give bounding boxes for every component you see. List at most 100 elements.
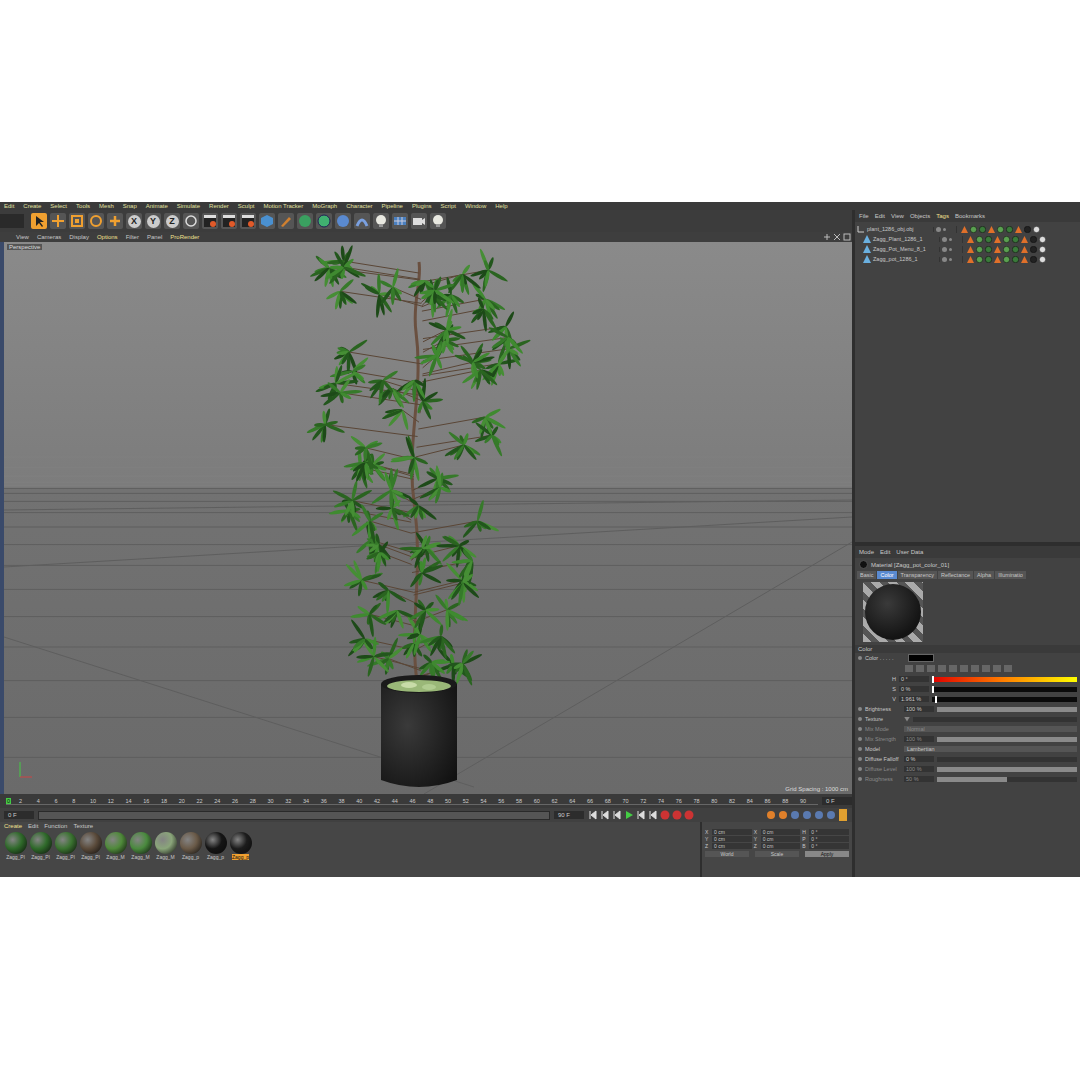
rotate-tool[interactable] <box>88 213 104 229</box>
picker-mode-icon[interactable] <box>938 665 946 672</box>
size-field[interactable]: 0 cm <box>761 836 801 842</box>
object-menu-item[interactable]: Tags <box>936 213 949 219</box>
key-icon[interactable] <box>766 810 776 820</box>
clap-button[interactable] <box>221 213 237 229</box>
position-field[interactable]: 0 cm <box>712 843 752 849</box>
record-icon[interactable] <box>684 810 694 820</box>
tag-icon[interactable] <box>1030 246 1037 253</box>
tag-icon[interactable] <box>976 246 983 253</box>
object-row[interactable]: Zagg_Plant_1286_1 <box>855 234 1080 244</box>
menu-item[interactable]: Render <box>209 202 229 210</box>
tag-icon[interactable] <box>1039 236 1046 243</box>
tag-icon[interactable] <box>997 226 1004 233</box>
value-field[interactable]: 50 % <box>904 776 934 782</box>
viewport-menu-item[interactable]: Panel <box>147 234 162 240</box>
value-field[interactable]: 100 % <box>904 766 934 772</box>
menu-item[interactable]: MoGraph <box>312 202 337 210</box>
viewport-menu-item[interactable]: Cameras <box>37 234 61 240</box>
world-button[interactable] <box>183 213 199 229</box>
size-field[interactable]: 0 cm <box>761 829 801 835</box>
tag-icon[interactable] <box>1030 256 1037 263</box>
picker-mode-icon[interactable] <box>916 665 924 672</box>
playback-icon[interactable] <box>636 810 646 820</box>
menu-item[interactable]: Pipeline <box>382 202 403 210</box>
tag-icon[interactable] <box>1003 246 1010 253</box>
tag-icon[interactable] <box>1030 236 1037 243</box>
visibility-cell[interactable] <box>939 257 962 262</box>
hsv-field[interactable]: 1.961 % <box>899 696 929 702</box>
key-icon[interactable] <box>778 810 788 820</box>
rotation-field[interactable]: 0 ° <box>809 843 849 849</box>
tag-icon[interactable] <box>988 226 995 233</box>
menu-item[interactable]: Character <box>346 202 372 210</box>
dropdown[interactable]: Normal <box>904 726 1077 732</box>
tag-icon[interactable] <box>1021 256 1028 263</box>
key-icon[interactable] <box>790 810 800 820</box>
menu-item[interactable]: Create <box>23 202 41 210</box>
material-swatch[interactable]: Zagg_Pl <box>79 832 102 860</box>
material-swatch[interactable]: Zagg_Pl <box>29 832 52 860</box>
gear-button[interactable] <box>316 213 332 229</box>
undo-field[interactable] <box>0 214 24 228</box>
attribute-tab[interactable]: Transparency <box>898 571 937 579</box>
tag-icon[interactable] <box>1024 226 1031 233</box>
tag-icon[interactable] <box>1039 246 1046 253</box>
tag-icon[interactable] <box>976 236 983 243</box>
picker-mode-icon[interactable] <box>993 665 1001 672</box>
sphere-button[interactable] <box>297 213 313 229</box>
tag-icon[interactable] <box>1003 236 1010 243</box>
tag-icon[interactable] <box>1003 256 1010 263</box>
axis-button[interactable]: X <box>126 213 142 229</box>
attribute-tab[interactable]: Color <box>877 571 896 579</box>
coordinate-button[interactable]: World <box>705 851 749 857</box>
tag-icon[interactable] <box>985 236 992 243</box>
viewport-menu-item[interactable]: View <box>16 234 29 240</box>
light-button[interactable] <box>373 213 389 229</box>
visibility-cell[interactable] <box>933 227 956 232</box>
material-swatch[interactable]: Zagg_Pl <box>4 832 27 860</box>
picker-mode-icon[interactable] <box>1004 665 1012 672</box>
object-menu-item[interactable]: Edit <box>875 213 885 219</box>
viewport-menu-item[interactable]: ProRender <box>170 234 199 240</box>
coordinate-button[interactable]: Apply <box>805 851 849 857</box>
tag-icon[interactable] <box>985 246 992 253</box>
hsv-slider[interactable] <box>932 697 1077 702</box>
playback-icon[interactable] <box>648 810 658 820</box>
end-frame-field[interactable]: 0 F <box>822 797 852 805</box>
viewport[interactable]: Perspective Grid Spacing : 1000 cm <box>0 242 852 794</box>
texture-field[interactable] <box>913 717 1077 722</box>
material-menu-item[interactable]: Create <box>4 823 22 829</box>
value-slider[interactable] <box>937 767 1077 772</box>
animate-dot[interactable] <box>858 777 862 781</box>
playback-icon[interactable] <box>612 810 622 820</box>
tag-icon[interactable] <box>994 236 1001 243</box>
tag-icon[interactable] <box>961 226 968 233</box>
viewport-canvas[interactable]: Perspective Grid Spacing : 1000 cm <box>4 242 852 794</box>
timeline-ruler[interactable]: 0246810121416182022242628303234363840424… <box>0 794 852 808</box>
material-menu-item[interactable]: Edit <box>28 823 38 829</box>
max-frame-field[interactable]: 90 F <box>554 811 584 819</box>
tag-icon[interactable] <box>979 226 986 233</box>
menu-item[interactable]: Mesh <box>99 202 114 210</box>
record-icon[interactable] <box>660 810 670 820</box>
object-row[interactable]: plant_1286_obj.obj <box>855 224 1080 234</box>
tag-icon[interactable] <box>1015 226 1022 233</box>
sphere2-button[interactable] <box>335 213 351 229</box>
menu-item[interactable]: Simulate <box>177 202 200 210</box>
animate-dot[interactable] <box>858 727 862 731</box>
menu-item[interactable]: Select <box>50 202 67 210</box>
cube-button[interactable] <box>259 213 275 229</box>
value-slider[interactable] <box>937 777 1077 782</box>
object-menu-item[interactable]: View <box>891 213 904 219</box>
material-swatch[interactable]: Zagg_M <box>129 832 152 860</box>
object-row[interactable]: Zagg_pot_1286_1 <box>855 254 1080 264</box>
tag-icon[interactable] <box>1012 236 1019 243</box>
menu-item[interactable]: Sculpt <box>238 202 255 210</box>
key-icon[interactable] <box>814 810 824 820</box>
view-navigation-icon[interactable] <box>822 233 852 241</box>
plus-tool[interactable] <box>107 213 123 229</box>
hsv-field[interactable]: 0 % <box>899 686 929 692</box>
tag-icon[interactable] <box>994 256 1001 263</box>
attribute-menu-item[interactable]: User Data <box>896 549 923 555</box>
hsv-field[interactable]: 0 ° <box>899 676 929 682</box>
